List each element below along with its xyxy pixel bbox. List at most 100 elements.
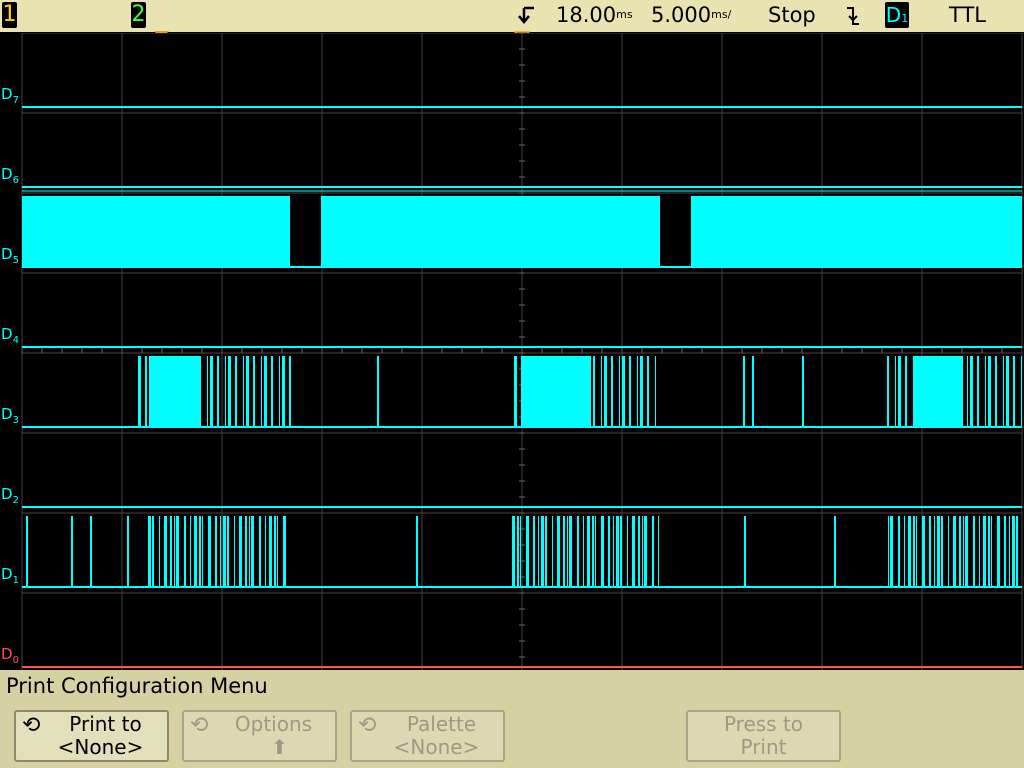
waveform-display[interactable]: D7 D6 D5 D4 D3 D2 D1 D0 xyxy=(0,33,1024,670)
trace-pulse xyxy=(593,356,595,427)
trace-pulse xyxy=(253,356,255,427)
trace-pulse xyxy=(583,516,584,587)
channel2-indicator[interactable]: 2 xyxy=(131,2,146,28)
trace-pulse xyxy=(512,516,515,587)
rotate-knob-icon: ⟲ xyxy=(22,713,41,738)
print-to-softkey[interactable]: ⟲ Print to <None> xyxy=(14,710,169,762)
status-bar: 1 2 18.00ms 5.000ms/ Stop D1 TTL xyxy=(0,0,1024,41)
trace-pulse xyxy=(616,516,619,587)
trace-pulse xyxy=(249,516,250,587)
trace-pulse xyxy=(644,516,647,587)
trigger-position-icon xyxy=(518,6,534,24)
trace-pulse xyxy=(890,516,893,587)
trace-pulse xyxy=(985,356,986,427)
channel-label-d0: D0 xyxy=(1,645,19,666)
up-arrow-icon: ⬆ xyxy=(271,735,288,759)
trace-pulse xyxy=(622,356,625,427)
trace-pulse xyxy=(904,516,905,587)
channel-label-d6: D6 xyxy=(1,165,19,186)
trace-pulse xyxy=(640,356,643,427)
trigger-source-letter: D xyxy=(885,3,902,27)
trace-pulse xyxy=(1009,516,1010,587)
trace-pulse xyxy=(977,356,979,427)
trace-pulse xyxy=(90,516,92,587)
trace-pulse xyxy=(834,516,836,587)
trace-pulse xyxy=(190,516,191,587)
threshold-label[interactable]: TTL xyxy=(949,2,986,28)
trace-pulse xyxy=(905,356,907,427)
trace-pulse xyxy=(973,516,975,587)
trace-pulse xyxy=(217,356,219,427)
trace-pulse xyxy=(948,516,949,587)
trace-pulse xyxy=(220,516,221,587)
trace-pulse xyxy=(577,516,579,587)
trigger-source[interactable]: D1 xyxy=(885,2,909,28)
trace-pulse xyxy=(159,516,160,587)
trace-pulse xyxy=(514,356,517,427)
trace-pulse xyxy=(608,516,610,587)
trace-pulse xyxy=(627,516,628,587)
trace-pulse xyxy=(632,516,635,587)
trace-pulse xyxy=(545,516,547,587)
trace-pulse xyxy=(223,516,226,587)
trace-pulse xyxy=(1003,356,1004,427)
trace-pulse xyxy=(164,516,167,587)
delay-readout[interactable]: 18.00ms xyxy=(556,2,633,28)
press-to-print-softkey[interactable]: Press to Print xyxy=(686,710,841,762)
options-softkey[interactable]: ⟲ Options ⬆ xyxy=(182,710,337,762)
trace-d5-burst xyxy=(321,196,660,266)
run-state[interactable]: Stop xyxy=(768,2,816,28)
trace-pulse xyxy=(988,356,991,427)
trace-pulse xyxy=(647,356,649,427)
trace-pulse xyxy=(967,356,968,427)
trace-pulse xyxy=(970,356,973,427)
trace-pulse xyxy=(541,516,544,587)
trace-pulse xyxy=(239,516,242,587)
trace-pulse xyxy=(922,516,925,587)
channel-label-d4: D4 xyxy=(1,325,19,346)
softkey-label-line2: <None> xyxy=(57,735,144,759)
trace-pulse xyxy=(887,356,889,427)
trace-pulse xyxy=(991,516,992,587)
trace-pulse xyxy=(913,356,963,427)
trace-pulse xyxy=(898,516,900,587)
trace-pulse xyxy=(908,516,911,587)
trace-pulse xyxy=(604,356,607,427)
trace-pulse xyxy=(227,516,229,587)
trace-pulse xyxy=(652,516,654,587)
trace-pulse xyxy=(148,516,151,587)
softkey-menu: Print Configuration Menu ⟲ Print to <Non… xyxy=(0,670,1024,768)
trace-pulse xyxy=(1013,356,1015,427)
trace-pulse xyxy=(929,516,931,587)
trace-pulse xyxy=(261,356,262,427)
trace-pulse xyxy=(228,356,231,427)
trace-pulse xyxy=(282,356,285,427)
trace-pulse xyxy=(655,356,656,427)
trace-pulse xyxy=(265,516,266,587)
trace-pulse xyxy=(979,516,980,587)
timebase-unit: ms/ xyxy=(711,8,732,21)
trace-pulse xyxy=(620,516,622,587)
trace-pulse xyxy=(208,516,211,587)
trace-pulse xyxy=(658,516,659,587)
trace-pulse xyxy=(71,516,73,587)
softkey-label-line2: Print xyxy=(740,735,787,759)
trace-pulse xyxy=(202,516,203,587)
timebase-readout[interactable]: 5.000ms/ xyxy=(651,2,731,28)
trace-pulse xyxy=(637,356,638,427)
trace-pulse xyxy=(592,516,594,587)
trace-pulse xyxy=(613,516,614,587)
trace-pulse xyxy=(898,356,901,427)
trace-pulse xyxy=(1016,516,1018,587)
channel-label-d7: D7 xyxy=(1,85,19,106)
trace-pulse xyxy=(934,516,935,587)
channel-label-d5: D5 xyxy=(1,245,19,266)
trace-pulse xyxy=(552,516,553,587)
trace-pulse xyxy=(138,356,141,427)
palette-softkey[interactable]: ⟲ Palette <None> xyxy=(350,710,505,762)
trace-d5-burst xyxy=(22,196,290,266)
channel1-indicator[interactable]: 1 xyxy=(2,2,17,28)
trace-pulse xyxy=(174,516,175,587)
trace-pulse xyxy=(251,516,254,587)
trace-pulse xyxy=(619,356,620,427)
